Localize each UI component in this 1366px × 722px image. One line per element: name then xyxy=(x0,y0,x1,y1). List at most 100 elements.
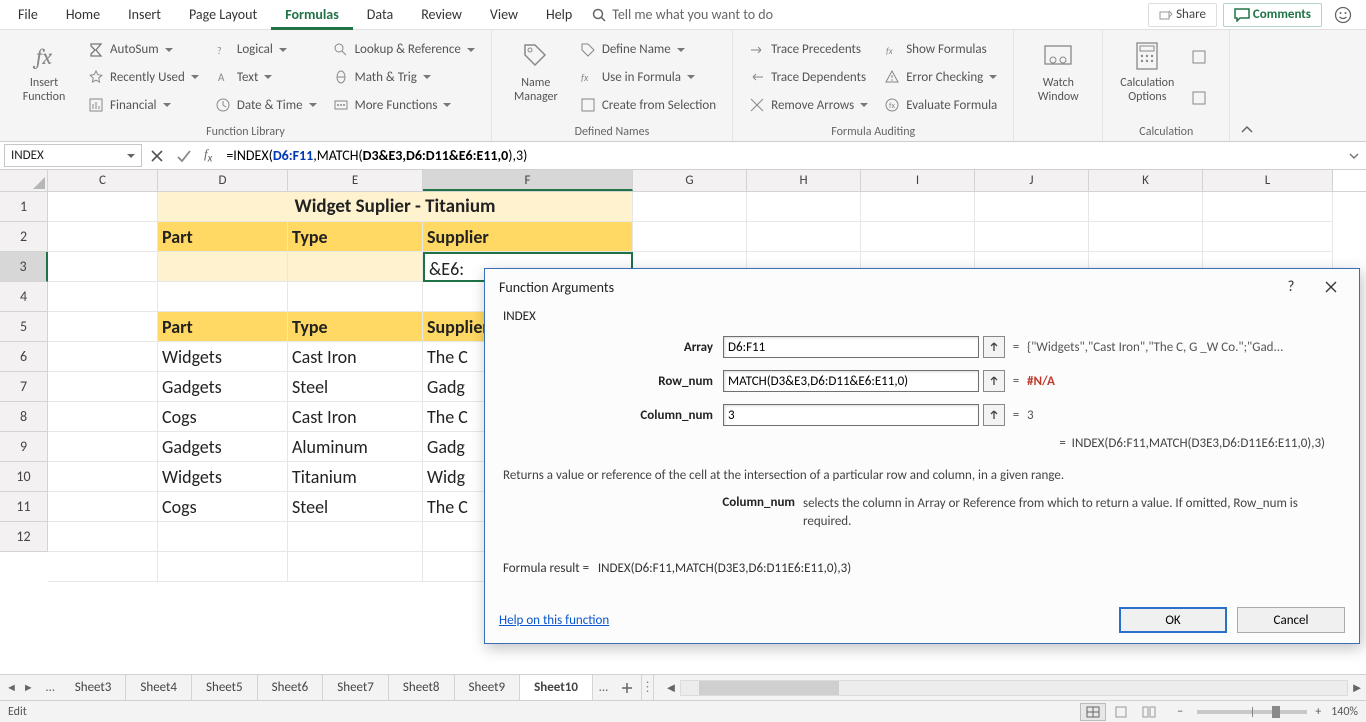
cell[interactable]: Titanium xyxy=(288,462,423,492)
evaluate-formula-button[interactable]: fxEvaluate Formula xyxy=(878,93,1003,117)
row-header[interactable]: 11 xyxy=(0,492,48,522)
enter-formula-button[interactable] xyxy=(176,149,192,163)
logical-button[interactable]: ?Logical xyxy=(209,38,323,62)
col-header-d[interactable]: D xyxy=(158,170,288,191)
cell[interactable] xyxy=(48,282,158,312)
fx-button[interactable]: fx xyxy=(204,146,212,165)
horizontal-scrollbar[interactable]: ◄ ► xyxy=(654,675,1366,700)
arg-input-col[interactable] xyxy=(723,404,979,426)
cell[interactable] xyxy=(861,222,975,252)
col-header-j[interactable]: J xyxy=(975,170,1089,191)
cell[interactable] xyxy=(158,282,288,312)
sheet-tab[interactable]: Sheet10 xyxy=(520,675,593,701)
cell[interactable]: Cast Iron xyxy=(288,342,423,372)
row-header[interactable]: 1 xyxy=(0,192,48,222)
select-all-corner[interactable] xyxy=(0,170,48,191)
cell[interactable]: Widget Suplier - Titanium xyxy=(158,192,633,222)
tab-file[interactable]: File xyxy=(4,0,52,30)
col-header-c[interactable]: C xyxy=(48,170,158,191)
cell[interactable] xyxy=(288,282,423,312)
cell[interactable] xyxy=(48,522,158,552)
view-normal-button[interactable] xyxy=(1080,703,1106,721)
cell[interactable]: Cogs xyxy=(158,402,288,432)
cell[interactable]: Widgets xyxy=(158,342,288,372)
row-header[interactable]: 8 xyxy=(0,402,48,432)
col-header-k[interactable]: K xyxy=(1089,170,1203,191)
cell[interactable] xyxy=(1203,192,1333,222)
watch-window-button[interactable]: Watch Window xyxy=(1022,34,1094,121)
dialog-cancel-button[interactable]: Cancel xyxy=(1237,607,1345,633)
zoom-out-button[interactable]: − xyxy=(1177,705,1183,719)
comments-button[interactable]: Comments xyxy=(1223,3,1322,27)
tell-me-search[interactable]: Tell me what you want to do xyxy=(592,6,773,23)
sheet-tab[interactable]: Sheet4 xyxy=(126,675,192,700)
row-header[interactable]: 5 xyxy=(0,312,48,342)
cell[interactable] xyxy=(747,192,861,222)
arg-input-row[interactable] xyxy=(723,370,979,392)
scroll-right-button[interactable]: ► xyxy=(1348,679,1366,697)
math-button[interactable]: Math & Trig xyxy=(327,65,481,89)
cell[interactable] xyxy=(48,312,158,342)
cell[interactable] xyxy=(975,192,1089,222)
cell[interactable]: Part xyxy=(158,222,288,252)
cell[interactable] xyxy=(158,552,288,582)
cell[interactable] xyxy=(861,192,975,222)
view-page-break-button[interactable] xyxy=(1136,703,1162,721)
cell[interactable]: Cast Iron xyxy=(288,402,423,432)
zoom-slider[interactable] xyxy=(1197,710,1307,714)
col-header-e[interactable]: E xyxy=(288,170,423,191)
feedback-smiley[interactable] xyxy=(1334,6,1352,24)
name-manager-button[interactable]: Name Manager xyxy=(500,34,572,121)
remove-arrows-button[interactable]: Remove Arrows xyxy=(743,93,874,117)
autosum-button[interactable]: AutoSum xyxy=(82,38,205,62)
cell[interactable] xyxy=(48,372,158,402)
sheet-overflow[interactable]: … xyxy=(40,680,61,695)
cell[interactable] xyxy=(747,222,861,252)
col-header-h[interactable]: H xyxy=(747,170,861,191)
tab-page-layout[interactable]: Page Layout xyxy=(175,0,271,30)
cell[interactable] xyxy=(288,552,423,582)
cell[interactable] xyxy=(48,462,158,492)
row-header[interactable]: 12 xyxy=(0,522,48,552)
col-header-i[interactable]: I xyxy=(861,170,975,191)
tab-home[interactable]: Home xyxy=(52,0,114,30)
cell[interactable]: Gadgets xyxy=(158,372,288,402)
sheet-tab[interactable]: Sheet5 xyxy=(192,675,258,700)
trace-precedents-button[interactable]: Trace Precedents xyxy=(743,38,874,62)
trace-dependents-button[interactable]: Trace Dependents xyxy=(743,65,874,89)
sheet-tab[interactable]: Sheet6 xyxy=(258,675,324,700)
sheet-nav-next[interactable]: ► xyxy=(23,681,34,694)
row-header[interactable]: 3 xyxy=(0,252,48,282)
col-header-g[interactable]: G xyxy=(633,170,747,191)
cell[interactable] xyxy=(158,522,288,552)
expand-formula-bar-button[interactable] xyxy=(1342,142,1366,169)
recently-used-button[interactable]: Recently Used xyxy=(82,65,205,89)
row-header[interactable]: 7 xyxy=(0,372,48,402)
sheet-tab[interactable]: Sheet3 xyxy=(61,675,127,700)
col-header-l[interactable]: L xyxy=(1203,170,1333,191)
show-formulas-button[interactable]: fxShow Formulas xyxy=(878,38,1003,62)
cell[interactable]: Type xyxy=(288,222,423,252)
cell[interactable]: Supplier xyxy=(423,222,633,252)
tab-splitter[interactable]: ⋮ xyxy=(642,675,654,700)
datetime-button[interactable]: Date & Time xyxy=(209,93,323,117)
calc-sheet-button[interactable] xyxy=(1185,86,1219,110)
cell[interactable]: Steel xyxy=(288,372,423,402)
cell[interactable]: Steel xyxy=(288,492,423,522)
zoom-in-button[interactable]: + xyxy=(1315,705,1321,719)
row-header[interactable]: 10 xyxy=(0,462,48,492)
cell[interactable] xyxy=(633,222,747,252)
tab-insert[interactable]: Insert xyxy=(114,0,175,30)
scroll-thumb[interactable] xyxy=(699,681,839,695)
create-from-selection-button[interactable]: Create from Selection xyxy=(574,93,722,117)
row-header[interactable]: 4 xyxy=(0,282,48,312)
arg-ref-array-button[interactable] xyxy=(983,336,1005,358)
share-button[interactable]: Share xyxy=(1148,3,1217,27)
cell[interactable] xyxy=(48,492,158,522)
sheet-tab[interactable]: Sheet7 xyxy=(323,675,389,700)
cell[interactable] xyxy=(288,252,423,282)
cell[interactable]: Widgets xyxy=(158,462,288,492)
zoom-level[interactable]: 140% xyxy=(1331,705,1358,719)
more-functions-button[interactable]: More Functions xyxy=(327,93,481,117)
sheet-overflow-right[interactable]: … xyxy=(593,680,614,695)
